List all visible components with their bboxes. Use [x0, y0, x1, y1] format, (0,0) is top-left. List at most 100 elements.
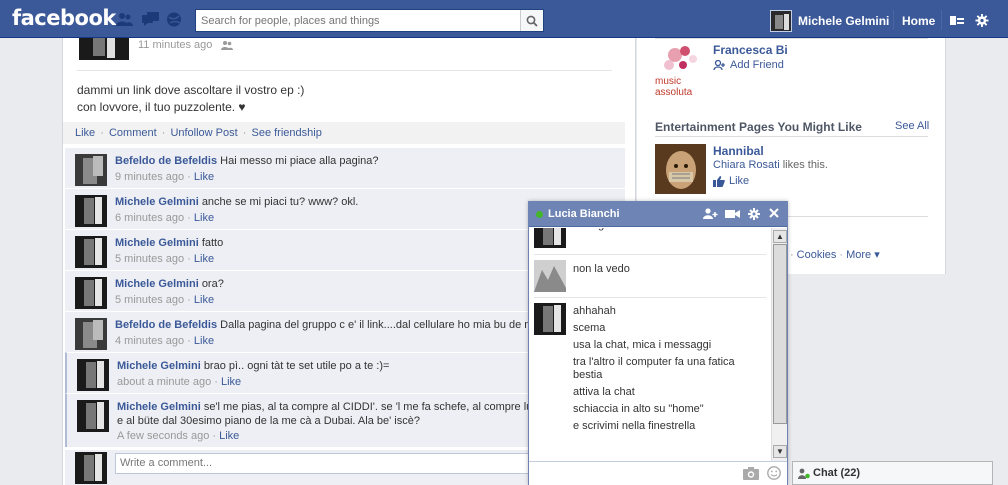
comment-like-link[interactable]: Like — [219, 430, 239, 442]
cookies-link[interactable]: Cookies — [797, 249, 837, 261]
pages-section-title: Entertainment Pages You Might Like — [655, 120, 862, 134]
comment: Befeldo de Befeldis Hai messo mi piace a… — [65, 147, 625, 188]
add-friend-icon — [713, 59, 725, 70]
close-chat-icon[interactable] — [768, 207, 783, 221]
suggested-friend-logo-text: music assoluta — [655, 76, 693, 98]
chat-line: ahhahah — [573, 305, 616, 317]
commenter-avatar[interactable] — [75, 236, 107, 268]
emoticon-icon[interactable] — [767, 466, 781, 480]
commenter-avatar[interactable] — [75, 277, 107, 309]
divider — [534, 297, 766, 298]
scroll-down-icon[interactable]: ▼ — [773, 445, 787, 458]
chat-title[interactable]: Lucia Bianchi — [548, 208, 620, 220]
chat-line: attiva la chat — [573, 386, 635, 398]
commenter-avatar[interactable] — [75, 195, 107, 227]
see-friendship-link[interactable]: See friendship — [251, 127, 321, 139]
chat-input[interactable] — [529, 461, 787, 485]
post-message-line: con lovvore, il tuo puzzolente. ♥ — [77, 100, 246, 114]
add-friend-label: Add Friend — [730, 59, 784, 71]
comment-like-link[interactable]: Like — [194, 335, 214, 347]
commenter-name[interactable]: Michele Gelmini — [117, 401, 201, 413]
comment-link[interactable]: Comment — [109, 127, 157, 139]
write-comment-input[interactable]: Write a comment... — [115, 453, 555, 474]
friend-requests-icon[interactable] — [116, 12, 133, 27]
chat-lines: non la vedo — [573, 263, 763, 280]
camera-icon[interactable] — [743, 466, 759, 480]
top-bar: facebook Michele Gelmini Home — [0, 0, 1008, 38]
video-call-icon[interactable] — [725, 207, 740, 221]
privacy-shortcuts-icon[interactable] — [950, 14, 964, 27]
scroll-up-icon[interactable]: ▲ — [773, 230, 787, 243]
post-actions-bar: Like · Comment · Unfollow Post · See fri… — [63, 122, 625, 144]
add-friends-to-chat-icon[interactable] — [703, 207, 718, 221]
facebook-logo[interactable]: facebook — [12, 6, 116, 30]
commenter-avatar[interactable] — [75, 318, 107, 350]
page-like-button[interactable]: Like — [713, 175, 749, 187]
comment-time[interactable]: 9 minutes ago — [115, 171, 184, 183]
notifications-icon[interactable] — [166, 12, 183, 27]
comment-like-link[interactable]: Like — [194, 212, 214, 224]
search-box — [195, 9, 544, 32]
comment-like-link[interactable]: Like — [194, 294, 214, 306]
comment-like-link[interactable]: Like — [194, 253, 214, 265]
add-friend-button[interactable]: Add Friend — [713, 59, 784, 71]
comment-text: Hai messo mi piace alla pagina? — [220, 155, 379, 167]
chat-input-icons — [743, 466, 781, 480]
commenter-avatar[interactable] — [75, 154, 107, 186]
comment-meta: 4 minutes ago · Like — [115, 335, 215, 347]
search-icon — [526, 15, 538, 27]
chat-sidebar-tab[interactable]: Chat (22) — [792, 461, 993, 485]
commenter-avatar[interactable] — [77, 400, 109, 432]
chat-line: intelligenza — [573, 228, 763, 232]
comment-time[interactable]: about a minute ago — [117, 376, 211, 388]
chat-line: schiaccia in alto su "home" — [573, 403, 704, 415]
suggested-friend-name[interactable]: Francesca Bi — [713, 43, 788, 57]
post-timestamp[interactable]: 11 minutes ago — [138, 39, 212, 51]
comment-time[interactable]: 5 minutes ago — [115, 253, 184, 265]
like-link[interactable]: Like — [75, 127, 95, 139]
comment-body: Befeldo de Befeldis Hai messo mi piace a… — [115, 154, 620, 168]
comment-meta: 6 minutes ago · Like — [115, 212, 215, 224]
page-thumbnail[interactable] — [655, 144, 706, 194]
comment-time[interactable]: 6 minutes ago — [115, 212, 184, 224]
suggested-friend-avatar[interactable]: music assoluta — [655, 43, 707, 98]
commenter-name[interactable]: Michele Gelmini — [115, 278, 199, 290]
divider — [77, 70, 612, 71]
page-social-context: Chiara Rosati likes this. — [713, 159, 828, 171]
chat-avatar — [534, 303, 566, 335]
chat-window: Lucia Bianchi intelligenza non la vedo a… — [528, 201, 788, 485]
chat-scrollbar[interactable]: ▲ ▼ — [771, 228, 787, 461]
see-all-link[interactable]: See All — [895, 120, 929, 132]
commenter-name[interactable]: Befeldo de Befeldis — [115, 319, 217, 331]
post-author-avatar[interactable] — [79, 38, 129, 60]
commenter-avatar[interactable] — [77, 359, 109, 391]
commenter-name[interactable]: Michele Gelmini — [115, 196, 199, 208]
home-link[interactable]: Home — [902, 14, 935, 28]
comment-like-link[interactable]: Like — [221, 376, 241, 388]
commenter-name[interactable]: Michele Gelmini — [117, 360, 201, 372]
profile-link[interactable]: Michele Gelmini — [770, 10, 889, 32]
commenter-name[interactable]: Michele Gelmini — [115, 237, 199, 249]
avatar — [75, 452, 107, 484]
likes-suffix: likes this. — [779, 159, 828, 171]
search-input[interactable] — [196, 10, 521, 31]
comment-time[interactable]: 5 minutes ago — [115, 294, 184, 306]
comment-time[interactable]: 4 minutes ago — [115, 335, 184, 347]
comment-time[interactable]: A few seconds ago — [117, 430, 209, 442]
nav-divider — [941, 10, 942, 30]
chat-options-gear-icon[interactable] — [747, 207, 762, 221]
more-link[interactable]: More ▾ — [846, 249, 880, 261]
liker-name[interactable]: Chiara Rosati — [713, 159, 780, 171]
settings-gear-icon[interactable] — [975, 14, 989, 27]
scroll-thumb[interactable] — [773, 244, 787, 424]
chat-avatar — [534, 228, 566, 248]
commenter-name[interactable]: Befeldo de Befeldis — [115, 155, 217, 167]
chat-header[interactable]: Lucia Bianchi — [529, 202, 787, 227]
search-button[interactable] — [520, 10, 543, 31]
messages-icon[interactable] — [142, 12, 159, 27]
comment-like-link[interactable]: Like — [194, 171, 214, 183]
chat-people-icon — [798, 468, 810, 479]
page-name[interactable]: Hannibal — [713, 144, 764, 158]
unfollow-post-link[interactable]: Unfollow Post — [170, 127, 237, 139]
comment-text: Dalla pagina del gruppo c e' il link....… — [220, 319, 540, 331]
